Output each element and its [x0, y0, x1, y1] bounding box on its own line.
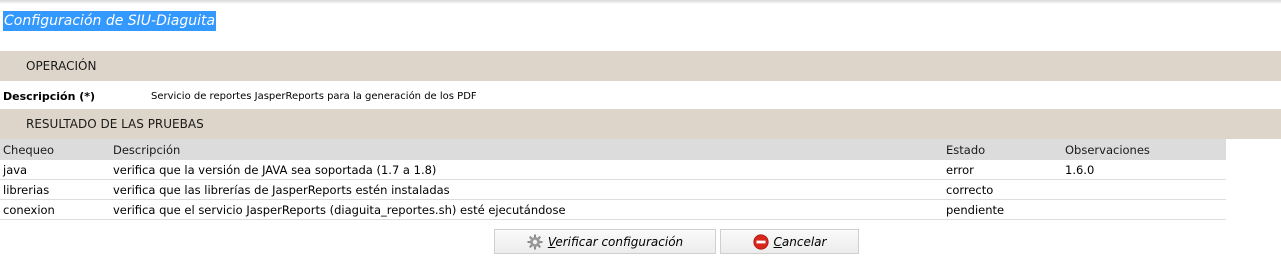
cell-estado: correcto	[946, 179, 1065, 200]
cell-chequeo: java	[0, 160, 113, 180]
cell-observaciones: 1.6.0	[1065, 160, 1226, 180]
cell-descripcion: verifica que el servicio JasperReports (…	[113, 199, 946, 220]
table-row: conexion verifica que el servicio Jasper…	[0, 199, 1226, 220]
section-header-resultados: RESULTADO DE LAS PRUEBAS	[0, 109, 1281, 139]
top-shadow	[0, 0, 1281, 4]
verify-configuration-button[interactable]: Verificar configuración	[494, 229, 716, 254]
column-header-descripcion: Descripción	[113, 139, 946, 160]
verify-button-label: Verificar configuración	[547, 234, 684, 249]
cell-chequeo: librerias	[0, 179, 113, 200]
cancel-button-label: Cancelar	[773, 234, 827, 249]
table-row: java verifica que la versión de JAVA sea…	[0, 160, 1226, 180]
no-entry-icon	[752, 233, 769, 250]
cell-chequeo: conexion	[0, 199, 113, 220]
page-title: Configuración de SIU-Diaguita	[3, 11, 217, 31]
cell-observaciones	[1065, 179, 1226, 200]
page: Configuración de SIU-Diaguita OPERACIÓN …	[0, 0, 1281, 256]
cancel-button[interactable]: Cancelar	[720, 229, 859, 254]
cell-estado: error	[946, 160, 1065, 180]
section-header-label: RESULTADO DE LAS PRUEBAS	[26, 117, 204, 131]
description-value: Servicio de reportes JasperReports para …	[151, 91, 477, 102]
section-header-label: OPERACIÓN	[26, 59, 97, 73]
cell-estado: pendiente	[946, 199, 1065, 220]
cell-descripcion: verifica que las librerías de JasperRepo…	[113, 179, 946, 200]
column-header-observaciones: Observaciones	[1065, 139, 1226, 160]
cell-descripcion: verifica que la versión de JAVA sea sopo…	[113, 160, 946, 180]
section-header-operacion: OPERACIÓN	[0, 51, 1281, 81]
column-header-chequeo: Chequeo	[0, 139, 113, 160]
description-label: Descripción (*)	[3, 90, 96, 103]
gear-icon	[527, 234, 543, 250]
cell-observaciones	[1065, 199, 1226, 220]
table-row: librerias verifica que las librerías de …	[0, 179, 1226, 200]
description-row: Descripción (*) Servicio de reportes Jas…	[0, 81, 1281, 109]
table-header-row: Chequeo Descripción Estado Observaciones	[0, 139, 1226, 160]
results-table: Chequeo Descripción Estado Observaciones…	[0, 139, 1226, 220]
column-header-estado: Estado	[946, 139, 1065, 160]
